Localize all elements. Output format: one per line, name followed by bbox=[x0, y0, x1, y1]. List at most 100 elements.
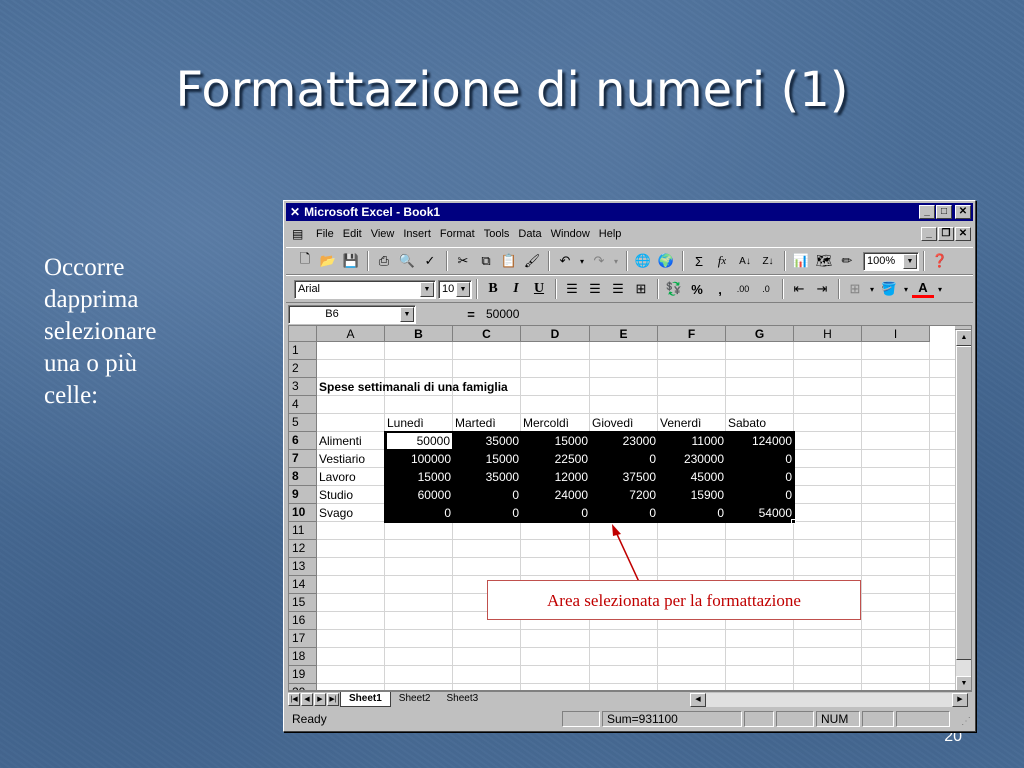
borders-icon[interactable]: ⊞ bbox=[844, 278, 866, 300]
font-color-icon[interactable]: A bbox=[912, 280, 934, 298]
menu-tools[interactable]: Tools bbox=[484, 228, 510, 240]
day-header-cell[interactable]: Lunedì bbox=[385, 414, 453, 432]
align-left-icon[interactable]: ☰ bbox=[561, 278, 583, 300]
select-all-corner[interactable] bbox=[289, 326, 317, 342]
chart-wizard-icon[interactable]: 📊 bbox=[790, 250, 812, 272]
day-header-cell[interactable]: Sabato bbox=[726, 414, 794, 432]
first-sheet-icon[interactable]: |◀ bbox=[288, 693, 300, 706]
next-sheet-icon[interactable]: ▶ bbox=[314, 693, 326, 706]
autosum-icon[interactable]: Σ bbox=[688, 250, 710, 272]
align-right-icon[interactable]: ☰ bbox=[607, 278, 629, 300]
merge-center-icon[interactable]: ⊞ bbox=[630, 278, 652, 300]
scroll-thumb[interactable] bbox=[956, 346, 971, 660]
row-header-13[interactable]: 13 bbox=[289, 558, 317, 576]
row-label-cell[interactable]: Alimenti bbox=[317, 432, 385, 450]
excel-icon[interactable]: ✕ bbox=[290, 205, 300, 219]
equals-icon[interactable]: = bbox=[456, 307, 486, 322]
paste-icon[interactable]: 📋 bbox=[498, 250, 520, 272]
percent-icon[interactable]: % bbox=[686, 278, 708, 300]
column-header-g[interactable]: G bbox=[726, 326, 794, 342]
row-header-6[interactable]: 6 bbox=[289, 432, 317, 450]
zoom-select[interactable]: 100% ▼ bbox=[863, 251, 919, 271]
sheet-tab-sheet3[interactable]: Sheet3 bbox=[439, 692, 487, 707]
row-header-20[interactable]: 20 bbox=[289, 684, 317, 690]
open-icon[interactable]: 📂 bbox=[317, 250, 339, 272]
copy-icon[interactable]: ⧉ bbox=[475, 250, 497, 272]
vertical-scrollbar[interactable]: ▲ ▼ bbox=[955, 326, 971, 690]
row-header-3[interactable]: 3 bbox=[289, 378, 317, 396]
row-header-10[interactable]: 10 bbox=[289, 504, 317, 522]
decrease-decimal-icon[interactable]: .0 bbox=[755, 278, 777, 300]
font-color-dropdown-icon[interactable]: ▾ bbox=[935, 278, 945, 300]
row-label-cell[interactable]: Svago bbox=[317, 504, 385, 522]
currency-icon[interactable]: 💱 bbox=[663, 278, 685, 300]
scroll-up-icon[interactable]: ▲ bbox=[956, 330, 971, 346]
menu-data[interactable]: Data bbox=[518, 228, 541, 240]
borders-dropdown-icon[interactable]: ▾ bbox=[867, 278, 877, 300]
decrease-indent-icon[interactable]: ⇤ bbox=[788, 278, 810, 300]
row-header-5[interactable]: 5 bbox=[289, 414, 317, 432]
day-header-cell[interactable]: Mercoldì bbox=[521, 414, 590, 432]
maximize-button[interactable]: □ bbox=[936, 205, 952, 219]
menu-insert[interactable]: Insert bbox=[403, 228, 431, 240]
sheet-tab-sheet1[interactable]: Sheet1 bbox=[340, 692, 391, 707]
formula-input[interactable]: 50000 bbox=[486, 307, 519, 321]
map-icon[interactable]: 🗺 bbox=[813, 250, 835, 272]
menu-window[interactable]: Window bbox=[551, 228, 590, 240]
fill-color-dropdown-icon[interactable]: ▾ bbox=[901, 278, 911, 300]
doc-restore-button[interactable]: ❐ bbox=[938, 227, 954, 241]
help-icon[interactable]: ❓ bbox=[929, 250, 951, 272]
day-header-cell[interactable]: Giovedì bbox=[590, 414, 658, 432]
align-center-icon[interactable]: ☰ bbox=[584, 278, 606, 300]
menu-view[interactable]: View bbox=[371, 228, 395, 240]
row-label-cell[interactable]: Lavoro bbox=[317, 468, 385, 486]
row-header-14[interactable]: 14 bbox=[289, 576, 317, 594]
scroll-right-icon[interactable]: ▶ bbox=[952, 693, 968, 707]
row-header-17[interactable]: 17 bbox=[289, 630, 317, 648]
sort-ascending-icon[interactable]: A↓ bbox=[734, 250, 756, 272]
spelling-icon[interactable]: ✓ bbox=[419, 250, 441, 272]
minimize-button[interactable]: _ bbox=[919, 205, 935, 219]
name-box[interactable]: B6 ▼ bbox=[288, 304, 416, 324]
chevron-down-icon[interactable]: ▼ bbox=[420, 281, 434, 297]
print-icon[interactable]: ⎙ bbox=[373, 250, 395, 272]
scroll-down-icon[interactable]: ▼ bbox=[956, 676, 971, 690]
format-painter-icon[interactable]: 🖌 bbox=[521, 250, 543, 272]
new-icon[interactable]: 🗋 bbox=[294, 250, 316, 272]
fill-color-icon[interactable]: 🪣 bbox=[878, 278, 900, 300]
fill-handle[interactable] bbox=[791, 519, 796, 524]
last-sheet-icon[interactable]: ▶| bbox=[327, 693, 339, 706]
sheet-heading[interactable]: Spese settimanali di una famiglia bbox=[317, 378, 617, 396]
row-label-cell[interactable]: Studio bbox=[317, 486, 385, 504]
redo-dropdown-icon[interactable]: ▾ bbox=[611, 250, 621, 272]
column-header-h[interactable]: H bbox=[794, 326, 862, 342]
row-header-11[interactable]: 11 bbox=[289, 522, 317, 540]
prev-sheet-icon[interactable]: ◀ bbox=[301, 693, 313, 706]
undo-dropdown-icon[interactable]: ▾ bbox=[577, 250, 587, 272]
row-header-7[interactable]: 7 bbox=[289, 450, 317, 468]
workbook-icon[interactable]: ▤ bbox=[292, 227, 310, 241]
function-icon[interactable]: fx bbox=[711, 250, 733, 272]
redo-icon[interactable]: ↷ bbox=[588, 250, 610, 272]
row-header-1[interactable]: 1 bbox=[289, 342, 317, 360]
row-label-cell[interactable]: Vestiario bbox=[317, 450, 385, 468]
increase-indent-icon[interactable]: ⇥ bbox=[811, 278, 833, 300]
drawing-icon[interactable]: ✏ bbox=[836, 250, 858, 272]
chevron-down-icon[interactable]: ▼ bbox=[456, 281, 470, 297]
row-header-16[interactable]: 16 bbox=[289, 612, 317, 630]
day-header-cell[interactable]: Venerdì bbox=[658, 414, 726, 432]
horizontal-scrollbar[interactable]: ◀ ▶ bbox=[690, 693, 968, 707]
row-header-12[interactable]: 12 bbox=[289, 540, 317, 558]
menu-edit[interactable]: Edit bbox=[343, 228, 362, 240]
web-toolbar-icon[interactable]: 🌍 bbox=[655, 250, 677, 272]
resize-grip-icon[interactable]: ⋰ bbox=[961, 716, 971, 727]
sort-descending-icon[interactable]: Z↓ bbox=[757, 250, 779, 272]
undo-icon[interactable]: ↶ bbox=[554, 250, 576, 272]
doc-close-button[interactable]: ✕ bbox=[955, 227, 971, 241]
column-header-c[interactable]: C bbox=[453, 326, 521, 342]
row-header-4[interactable]: 4 bbox=[289, 396, 317, 414]
row-header-9[interactable]: 9 bbox=[289, 486, 317, 504]
row-header-15[interactable]: 15 bbox=[289, 594, 317, 612]
column-header-b[interactable]: B bbox=[385, 326, 453, 342]
column-header-e[interactable]: E bbox=[590, 326, 658, 342]
